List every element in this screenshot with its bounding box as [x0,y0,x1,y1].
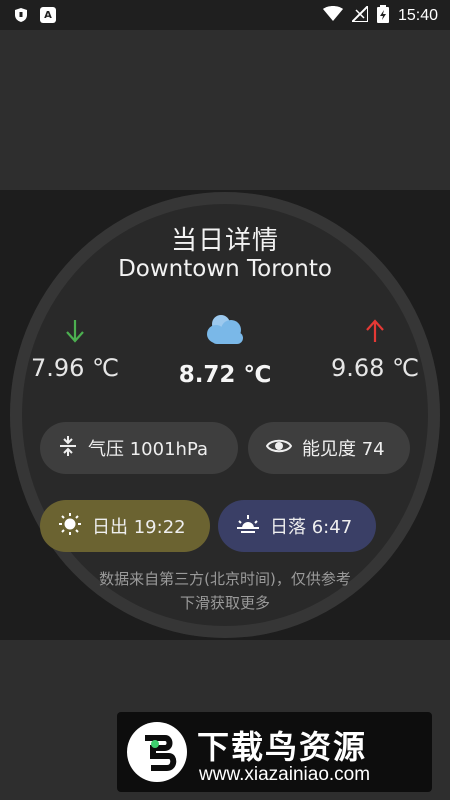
bird-logo-icon [125,720,189,788]
battery-icon [376,5,389,27]
visibility-label: 能见度 74 [302,439,385,460]
pressure-chip[interactable]: 气压 1001hPa [40,422,238,474]
watermark-banner: 下载鸟资源 www.xiazainiao.com [117,712,432,792]
location-name: Downtown Toronto [118,256,332,282]
status-bar: A 15:40 [0,0,450,30]
sunrise-chip[interactable]: 日出 19:22 [40,500,210,552]
scroll-hint: 下滑获取更多 [179,594,270,612]
cloud-icon [160,310,290,352]
min-temp: 7.96 ℃ [30,354,120,382]
current-temp: 8.72 ℃ [178,362,272,388]
status-time: 15:40 [397,7,438,24]
sun-icon [58,512,82,541]
arrow-up-icon [320,318,430,348]
pressure-icon [58,435,78,462]
a-icon: A [40,7,56,23]
signal-icon [349,3,369,26]
watermark-url: www.xiazainiao.com [199,764,371,785]
visibility-chip[interactable]: 能见度 74 [248,422,410,474]
eye-icon [265,437,293,460]
sunset-label: 日落 6:47 [270,517,353,538]
max-temp-block: 9.68 ℃ [320,318,430,382]
watermark-brand: 下载鸟资源 [197,728,368,766]
max-temp: 9.68 ℃ [330,354,420,382]
shield-icon [14,7,28,27]
sunrise-label: 日出 19:22 [92,517,186,538]
wifi-icon [322,6,343,26]
pressure-label: 气压 1001hPa [88,439,209,460]
arrow-down-icon [20,318,130,348]
min-temp-block: 7.96 ℃ [20,318,130,382]
weather-detail-panel[interactable]: 当日详情 Downtown Toronto 7.96 ℃ 8.72 ℃ 9.68… [0,190,450,640]
page-title: 当日详情 [170,226,279,256]
sunset-icon [236,512,260,541]
current-temp-block: 8.72 ℃ [160,310,290,388]
sunset-chip[interactable]: 日落 6:47 [218,500,376,552]
data-source-note: 数据来自第三方(北京时间)，仅供参考 [99,570,351,588]
